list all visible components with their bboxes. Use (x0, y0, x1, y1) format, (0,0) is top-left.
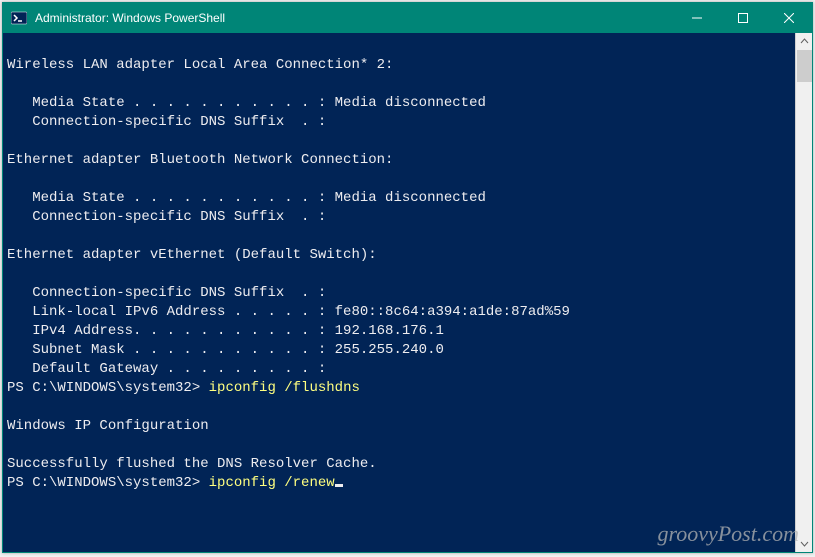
scroll-up-button[interactable] (796, 33, 812, 50)
ipv6-line: Link-local IPv6 Address . . . . . : fe80… (7, 304, 570, 320)
prompt-prefix: PS C:\WINDOWS\system32> (7, 380, 209, 396)
vertical-scrollbar[interactable] (795, 33, 812, 552)
powershell-window: Administrator: Windows PowerShell Wirele… (2, 2, 813, 553)
media-state-line: Media State . . . . . . . . . . . : Medi… (7, 95, 486, 111)
gateway-line: Default Gateway . . . . . . . . . : (7, 361, 326, 377)
terminal-output[interactable]: Wireless LAN adapter Local Area Connecti… (3, 33, 795, 552)
minimize-button[interactable] (674, 3, 720, 33)
adapter-header: Ethernet adapter Bluetooth Network Conne… (7, 152, 393, 168)
titlebar[interactable]: Administrator: Windows PowerShell (3, 3, 812, 33)
command-text: ipconfig /flushdns (209, 380, 360, 396)
command-text: ipconfig /renew (209, 475, 335, 491)
terminal-area: Wireless LAN adapter Local Area Connecti… (3, 33, 812, 552)
scroll-down-button[interactable] (796, 535, 812, 552)
dns-suffix-line: Connection-specific DNS Suffix . : (7, 285, 326, 301)
ipv4-line: IPv4 Address. . . . . . . . . . . : 192.… (7, 323, 444, 339)
subnet-line: Subnet Mask . . . . . . . . . . . : 255.… (7, 342, 444, 358)
window-controls (674, 3, 812, 33)
powershell-icon (11, 10, 27, 26)
output-line: Wireless LAN adapter Local Area Connecti… (7, 37, 795, 493)
dns-suffix-line: Connection-specific DNS Suffix . : (7, 114, 326, 130)
window-title: Administrator: Windows PowerShell (35, 11, 674, 25)
dns-suffix-line: Connection-specific DNS Suffix . : (7, 209, 326, 225)
maximize-button[interactable] (720, 3, 766, 33)
prompt-prefix: PS C:\WINDOWS\system32> (7, 475, 209, 491)
scroll-thumb[interactable] (797, 50, 812, 82)
flush-success-line: Successfully flushed the DNS Resolver Ca… (7, 456, 377, 472)
ipconfig-header: Windows IP Configuration (7, 418, 209, 434)
media-state-line: Media State . . . . . . . . . . . : Medi… (7, 190, 486, 206)
adapter-header: Wireless LAN adapter Local Area Connecti… (7, 57, 393, 73)
adapter-header: Ethernet adapter vEthernet (Default Swit… (7, 247, 377, 263)
close-button[interactable] (766, 3, 812, 33)
scroll-track[interactable] (796, 50, 812, 535)
text-cursor (335, 484, 343, 487)
